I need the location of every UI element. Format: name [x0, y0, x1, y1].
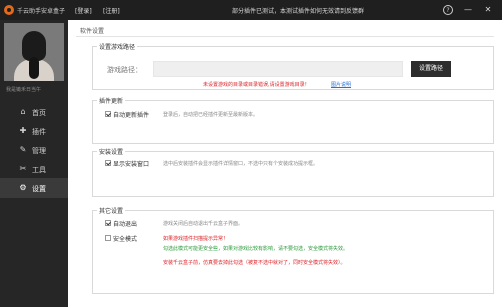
game-path-label: 游戏路径： [107, 66, 142, 74]
group-title: 插件更新 [97, 96, 126, 105]
sidebar-item-label: 首页 [32, 109, 46, 117]
sidebar-item-manage[interactable]: ✎ 管理 [0, 140, 68, 160]
other-settings-group: 其它设置 自动退出 游戏关闭后自动退出千云盒子界面。 安全模式 如果游戏插件扫描… [92, 206, 494, 294]
game-path-input[interactable] [153, 61, 403, 77]
plugin-update-group: 插件更新 自动更新插件 登录后，自动把已经插件更新至最新版本。 [92, 96, 494, 144]
safe-mode-checkbox[interactable] [105, 235, 111, 241]
sidebar-item-settings[interactable]: ⚙ 设置 [0, 178, 68, 198]
avatar-ponytail [29, 57, 39, 79]
sidebar-item-label: 插件 [32, 128, 46, 136]
plugin-update-desc: 登录后，自动把已经插件更新至最新版本。 [163, 112, 259, 118]
install-settings-group: 安装设置 显示安装窗口 选中后安装插件会显示插件详情窗口，不选中只有个安装成功提… [92, 147, 494, 197]
avatar[interactable] [4, 23, 64, 81]
safe-mode-info: 勾选此模式可能更安全些，如果对游戏比较有影响，请不要勾选，安全模式将失效。 [163, 246, 349, 252]
auto-exit-desc: 游戏关闭后自动退出千云盒子界面。 [163, 221, 244, 227]
wrench-icon: ✎ [19, 145, 27, 154]
game-path-group: 设置游戏路径 游戏路径： 设置路径 未设置游戏的目录或目录错误,请设置游戏目录！… [92, 42, 494, 90]
group-title: 其它设置 [97, 206, 126, 215]
group-title: 安装设置 [97, 147, 126, 156]
checkbox-label: 安全模式 [113, 236, 138, 243]
auto-exit-checkbox[interactable] [105, 220, 111, 226]
help-icon[interactable]: ? [443, 5, 453, 15]
install-settings-desc: 选中后安装插件会显示插件详情窗口，不选中只有个安装成功提示框。 [163, 161, 319, 167]
auto-update-checkbox[interactable] [105, 111, 111, 117]
home-icon: ⌂ [20, 107, 26, 116]
safe-mode-note: 安装千云盒子前，仿真要去掉此勾选（被复不选中就对了，同时安全模式将失效）。 [163, 260, 346, 266]
title-notice: 部分插件已测试，本测试插件如何无效请到反馈群 [232, 8, 365, 15]
page-title: 软件设置 [80, 28, 105, 35]
path-warning: 未设置游戏的目录或目录错误,请设置游戏目录！ [203, 82, 310, 88]
cube-icon: ✚ [19, 126, 27, 135]
username: 我是锄禾日当午 [6, 87, 42, 93]
sidebar-item-label: 管理 [32, 147, 46, 155]
checkbox-label: 自动更新插件 [113, 112, 150, 119]
main-panel: 软件设置 设置游戏路径 游戏路径： 设置路径 未设置游戏的目录或目录错误,请设置… [68, 20, 502, 307]
app-logo-icon [4, 5, 14, 15]
sidebar-item-label: 设置 [32, 185, 46, 193]
set-path-button[interactable]: 设置路径 [411, 61, 451, 77]
gear-icon: ⚙ [19, 183, 27, 192]
sidebar-item-plugins[interactable]: ✚ 插件 [0, 121, 68, 141]
checkbox-label: 显示安装窗口 [113, 161, 150, 168]
register-link[interactable]: [注册] [103, 6, 120, 15]
group-title: 设置游戏路径 [97, 42, 138, 51]
checkbox-label: 自动退出 [113, 221, 138, 228]
show-install-window-checkbox[interactable] [105, 160, 111, 166]
path-help-link[interactable]: 图片说明 [331, 81, 351, 88]
sidebar-item-tools[interactable]: ✂ 工具 [0, 159, 68, 179]
sidebar-item-home[interactable]: ⌂ 首页 [0, 102, 68, 122]
tools-icon: ✂ [19, 164, 27, 173]
divider [76, 36, 494, 37]
sidebar: 我是锄禾日当午 ⌂ 首页 ✚ 插件 ✎ 管理 ✂ 工具 ⚙ 设置 [0, 20, 68, 307]
sidebar-item-label: 工具 [32, 166, 46, 174]
title-bar: 千云助手安卓盒子 [登录] [注册] 部分插件已测试，本测试插件如何无效请到反馈… [0, 0, 502, 20]
safe-mode-warning: 如果游戏插件扫描提示异常！ [163, 236, 229, 242]
login-link[interactable]: [登录] [75, 6, 92, 15]
close-button[interactable]: ✕ [482, 4, 494, 16]
app-name: 千云助手安卓盒子 [17, 8, 66, 15]
minimize-button[interactable]: — [462, 4, 474, 16]
